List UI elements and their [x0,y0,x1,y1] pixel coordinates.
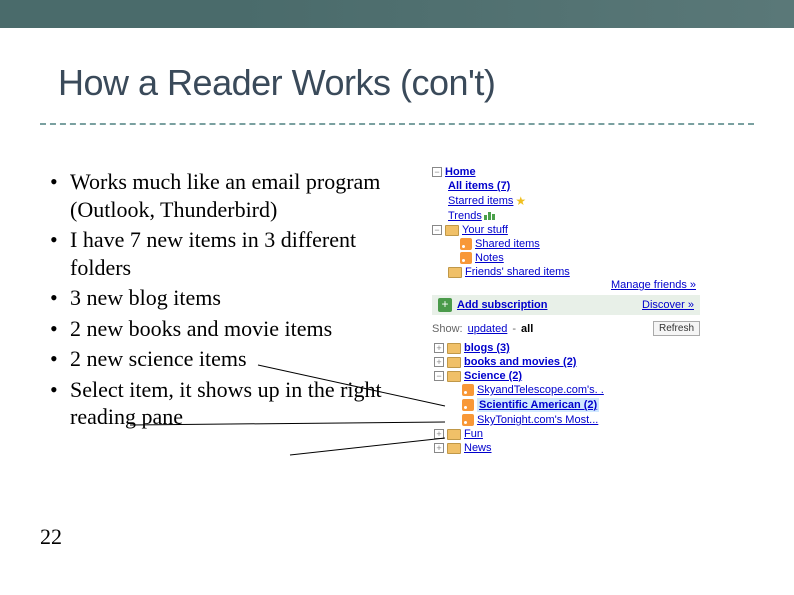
expand-icon[interactable]: + [434,443,444,453]
feed-icon [460,252,472,264]
feed-skytonight[interactable]: SkyTonight.com's Most... [477,414,598,426]
folder-icon [447,357,461,368]
slide-title: How a Reader Works (con't) [58,62,495,104]
bullet-item: 3 new blog items [70,284,412,312]
top-accent-bar [0,0,794,28]
folder-icon [447,343,461,354]
reader-sidebar: −Home All items (7) Starred items★ Trend… [432,165,700,455]
feed-sciam[interactable]: Scientific American (2) [477,398,599,412]
star-icon: ★ [515,194,526,208]
folder-fun[interactable]: Fun [464,428,483,440]
expand-icon[interactable]: + [434,429,444,439]
show-updated-link[interactable]: updated [468,323,508,335]
feed-icon [460,238,472,250]
folder-icon [447,443,461,454]
expand-icon[interactable]: + [434,357,444,367]
discover-link[interactable]: Discover » [642,299,694,311]
barchart-icon [484,212,495,220]
expand-icon[interactable]: + [434,343,444,353]
shared-items-link[interactable]: Shared items [475,238,540,250]
folder-icon [445,225,459,236]
page-number: 22 [40,524,62,550]
show-label: Show: [432,323,463,335]
starred-link[interactable]: Starred items [448,195,513,207]
collapse-icon[interactable]: − [434,371,444,381]
show-all: all [521,323,533,335]
folder-books[interactable]: books and movies (2) [464,356,576,368]
trends-link[interactable]: Trends [448,210,482,222]
home-link[interactable]: Home [445,166,476,178]
bullet-item: 2 new science items [70,345,412,373]
folder-blogs[interactable]: blogs (3) [464,342,510,354]
folder-news[interactable]: News [464,442,492,454]
feed-skytelescope[interactable]: SkyandTelescope.com's. . [477,384,604,396]
notes-link[interactable]: Notes [475,252,504,264]
your-stuff-link[interactable]: Your stuff [462,224,508,236]
bullet-item: Works much like an email program (Outloo… [70,168,412,223]
add-subscription-link[interactable]: Add subscription [457,299,547,311]
title-separator [40,123,754,125]
folder-icon [447,429,461,440]
add-subscription-bar: + Add subscription Discover » [432,295,700,315]
plus-icon[interactable]: + [438,298,452,312]
collapse-icon[interactable]: − [432,225,442,235]
folder-icon [448,267,462,278]
bullet-item: Select item, it shows up in the right re… [70,376,412,431]
feed-icon [462,414,474,426]
subscription-tree: + blogs (3) + books and movies (2) − Scienc… [432,341,700,455]
folder-icon [447,371,461,382]
feed-icon [462,384,474,396]
bullet-list: •Works much like an email program (Outlo… [50,168,412,434]
show-filter-row: Show: updated - all Refresh [432,319,700,341]
feed-icon [462,399,474,411]
manage-friends-link[interactable]: Manage friends » [611,279,696,291]
folder-science[interactable]: Science (2) [464,370,522,382]
friends-shared-link[interactable]: Friends' shared items [465,266,570,278]
all-items-link[interactable]: All items (7) [448,180,510,192]
bullet-item: I have 7 new items in 3 different folder… [70,226,412,281]
refresh-button[interactable]: Refresh [653,321,700,336]
bullet-item: 2 new books and movie items [70,315,412,343]
collapse-icon[interactable]: − [432,167,442,177]
